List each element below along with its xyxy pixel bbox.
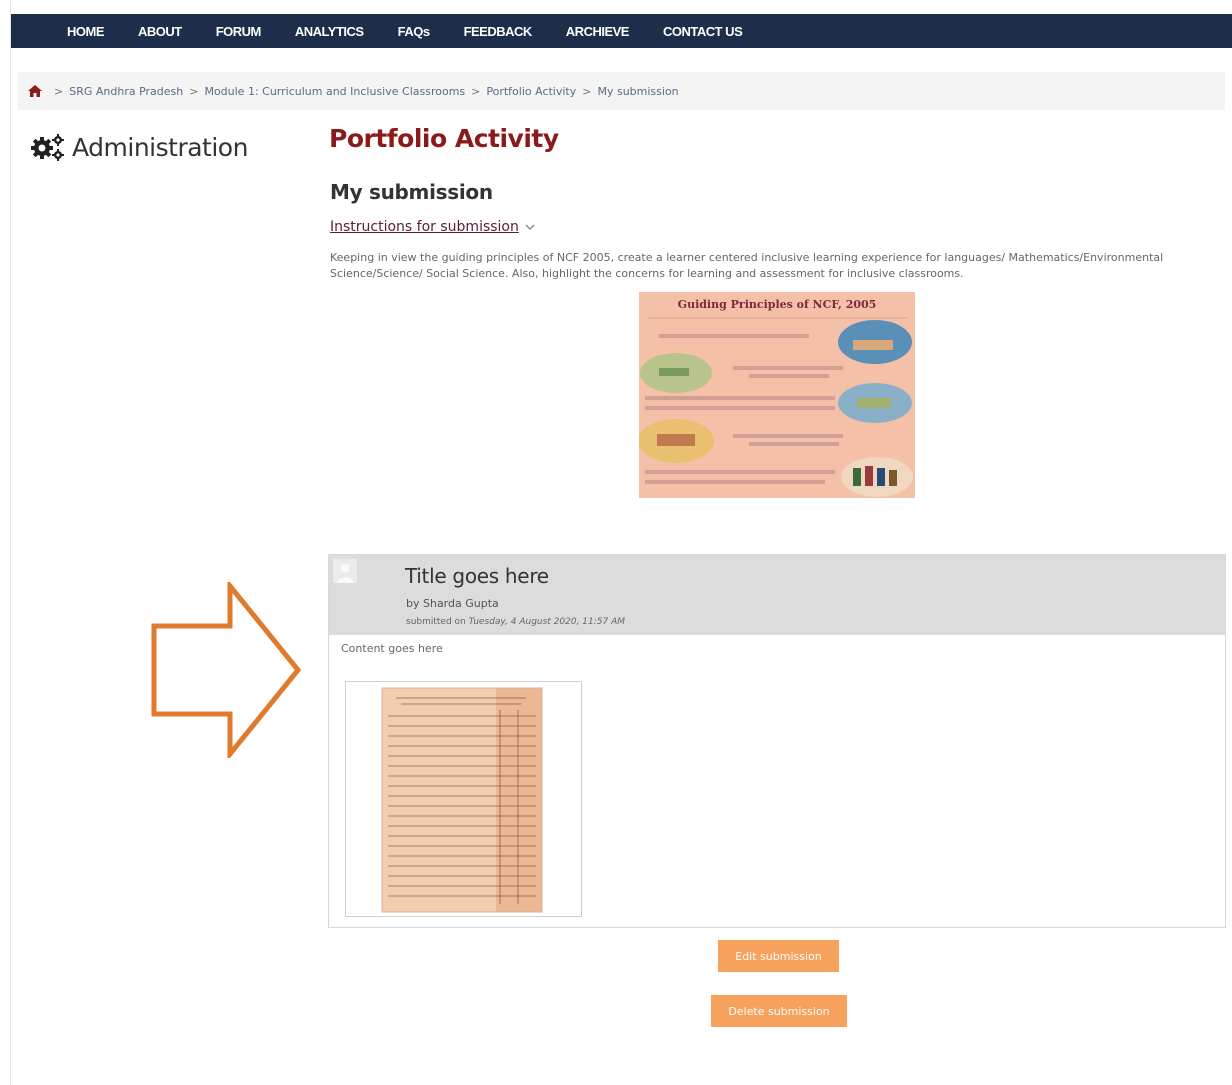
gears-icon [31, 134, 64, 161]
breadcrumb-item-course[interactable]: SRG Andhra Pradesh [69, 85, 183, 98]
edit-submission-button[interactable]: Edit submission [718, 940, 839, 972]
nav-faqs[interactable]: FAQs [398, 24, 430, 39]
page-title: Portfolio Activity [329, 124, 559, 153]
attachment-image[interactable] [345, 681, 582, 917]
submission-heading: My submission [330, 180, 493, 204]
instructions-label: Instructions for submission [330, 219, 519, 235]
user-icon [336, 563, 354, 583]
instructions-text: Keeping in view the guiding principles o… [330, 251, 1164, 280]
nav-about[interactable]: ABOUT [138, 24, 182, 39]
submission-title: Title goes here [405, 564, 549, 588]
breadcrumb-separator: > [189, 84, 199, 98]
home-icon[interactable] [28, 85, 42, 97]
administration-title: Administration [72, 132, 248, 162]
nav-contact-us[interactable]: CONTACT US [663, 24, 743, 39]
arrow-annotation-icon [151, 582, 302, 758]
nav-home[interactable]: HOME [67, 24, 105, 39]
nav-forum[interactable]: FORUM [216, 24, 262, 39]
breadcrumb-separator: > [582, 84, 592, 98]
nav-archieve[interactable]: ARCHIEVE [566, 24, 630, 39]
top-nav: HOME ABOUT FORUM ANALYTICS FAQs FEEDBACK… [11, 14, 1232, 48]
breadcrumb-item-activity[interactable]: Portfolio Activity [486, 85, 576, 98]
submission-content: Content goes here [341, 642, 443, 655]
submission-date: submitted on Tuesday, 4 August 2020, 11:… [406, 617, 625, 627]
instructions-toggle[interactable]: Instructions for submission [330, 219, 535, 235]
breadcrumb-item-current[interactable]: My submission [597, 85, 678, 98]
avatar [333, 559, 357, 583]
submission-card: Title goes here by Sharda Gupta submitte… [328, 554, 1226, 928]
submitted-date-value: Tuesday, 4 August 2020, 11:57 AM [468, 617, 626, 627]
document-thumbnail [381, 687, 543, 913]
breadcrumb-item-module[interactable]: Module 1: Curriculum and Inclusive Class… [204, 85, 465, 98]
nav-feedback[interactable]: FEEDBACK [464, 24, 533, 39]
nav-analytics[interactable]: ANALYTICS [295, 24, 364, 39]
guiding-principles-image: Guiding Principles of NCF, 2005 [639, 292, 915, 498]
breadcrumb-separator: > [54, 84, 64, 98]
delete-submission-button[interactable]: Delete submission [711, 995, 847, 1027]
submission-author: by Sharda Gupta [406, 597, 499, 610]
breadcrumb-separator: > [471, 84, 481, 98]
submission-header: Title goes here by Sharda Gupta submitte… [329, 555, 1225, 635]
poster-illustration [639, 317, 913, 497]
submitted-label: submitted on [406, 617, 466, 627]
breadcrumb: > SRG Andhra Pradesh > Module 1: Curricu… [18, 72, 1225, 110]
chevron-down-icon [525, 224, 535, 230]
administration-block: Administration [30, 132, 248, 162]
